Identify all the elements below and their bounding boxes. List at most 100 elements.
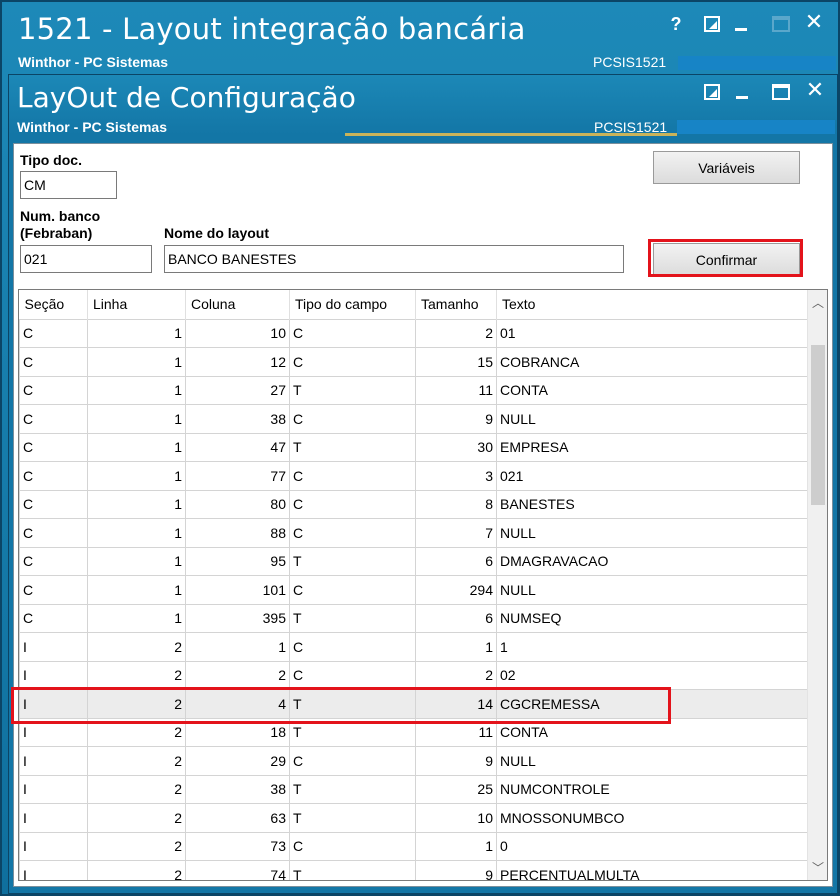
table-cell: C	[289, 404, 416, 434]
table-cell: T	[289, 432, 416, 462]
table-cell: 1	[87, 461, 186, 491]
table-row[interactable]: C 1 38 C 9 NULL	[19, 404, 809, 434]
table-cell: 6	[415, 546, 497, 576]
table-cell: COBRANCA	[496, 347, 809, 377]
table-cell: 27	[185, 375, 290, 405]
table-row[interactable]: I 2 2 C 2 02	[19, 660, 809, 690]
table-cell: C	[19, 375, 88, 405]
minimize-icon[interactable]	[730, 12, 754, 36]
table-cell: I	[19, 803, 88, 833]
table-cell: 10	[185, 318, 290, 348]
minimize-icon[interactable]	[731, 80, 755, 104]
column-header[interactable]: Tipo do campo	[289, 290, 416, 319]
table-cell: C	[289, 575, 416, 605]
restore-icon[interactable]	[704, 16, 720, 32]
column-header[interactable]: Tamanho	[415, 290, 497, 319]
table-cell: C	[19, 461, 88, 491]
table-row[interactable]: I 2 73 C 1 0	[19, 831, 809, 861]
table-row[interactable]: I 2 74 T 9 PERCENTUALMULTA	[19, 860, 809, 880]
nome-layout-field[interactable]: BANCO BANESTES	[164, 245, 624, 273]
table-cell: 2	[87, 860, 186, 880]
table-cell: C	[19, 489, 88, 519]
table-row[interactable]: C 1 395 T 6 NUMSEQ	[19, 603, 809, 633]
title-divider	[345, 133, 677, 136]
table-row[interactable]: C 1 47 T 30 EMPRESA	[19, 432, 809, 462]
table-cell: 2	[185, 660, 290, 690]
table-row[interactable]: I21C11	[19, 632, 809, 662]
table-cell: 2	[415, 660, 497, 690]
table-cell: 1	[87, 575, 186, 605]
table-cell: C	[19, 518, 88, 548]
table-row[interactable]: C 1 88 C 7 NULL	[19, 518, 809, 548]
table-cell: 1	[87, 347, 186, 377]
table-cell: 1	[415, 831, 497, 861]
tipo-doc-label: Tipo doc.	[20, 152, 82, 168]
table-cell: NUMCONTROLE	[496, 774, 809, 804]
table-cell: T	[289, 803, 416, 833]
table-cell: C	[289, 518, 416, 548]
table-cell: 2	[87, 660, 186, 690]
table-cell: 1	[87, 404, 186, 434]
table-cell: 80	[185, 489, 290, 519]
table-row[interactable]: C 1 27 T 11 CONTA	[19, 375, 809, 405]
variaveis-button[interactable]: Variáveis	[653, 151, 800, 184]
column-header[interactable]: Texto	[496, 290, 809, 319]
table-row[interactable]: C 1 12 C 15 COBRANCA	[19, 347, 809, 377]
num-banco-field[interactable]: 021	[20, 245, 152, 273]
inner-window: LayOut de Configuração Winthor - PC Sist…	[8, 74, 838, 894]
table-cell: C	[289, 461, 416, 491]
column-header[interactable]: Seção	[19, 290, 88, 319]
table-cell: 38	[185, 774, 290, 804]
column-header[interactable]: Linha	[87, 290, 186, 319]
table-cell: DMAGRAVACAO	[496, 546, 809, 576]
table-cell: 29	[185, 746, 290, 776]
vertical-scrollbar[interactable]: ︿ ﹀	[807, 290, 827, 880]
help-icon[interactable]: ?	[664, 12, 688, 36]
table-cell: 88	[185, 518, 290, 548]
close-icon[interactable]: ✕	[802, 10, 826, 34]
layout-table: Seção Linha Coluna Tipo do campo Tamanho Text…	[19, 290, 809, 880]
inner-status-bar	[677, 120, 835, 134]
table-row[interactable]: C 1 101 C 294 NULL	[19, 575, 809, 605]
table-row[interactable]: I 2 63 T 10 MNOSSONUMBCO	[19, 803, 809, 833]
column-header[interactable]: Coluna	[185, 290, 290, 319]
restore-icon[interactable]	[704, 84, 720, 100]
scroll-thumb[interactable]	[811, 345, 825, 505]
scroll-down-icon[interactable]: ﹀	[812, 859, 824, 876]
table-cell: C	[19, 347, 88, 377]
table-row[interactable]: C 1 80 C 8 BANESTES	[19, 489, 809, 519]
table-row[interactable]: C 1 77 C 3 021	[19, 461, 809, 491]
close-icon[interactable]: ✕	[803, 78, 827, 102]
table-row[interactable]: I 2 38 T 25 NUMCONTROLE	[19, 774, 809, 804]
table-row[interactable]: I 2 29 C 9 NULL	[19, 746, 809, 776]
table-cell: I	[19, 774, 88, 804]
maximize-icon[interactable]	[772, 84, 790, 100]
table-cell: I	[19, 632, 88, 662]
maximize-icon[interactable]	[772, 16, 790, 32]
table-cell: 294	[415, 575, 497, 605]
inner-window-title: LayOut de Configuração	[17, 81, 356, 114]
table-cell: 1	[87, 432, 186, 462]
table-cell: EMPRESA	[496, 432, 809, 462]
table-row[interactable]: C 1 10 C 2 01	[19, 318, 809, 348]
table-cell: 02	[496, 660, 809, 690]
selected-row-highlight	[11, 687, 671, 724]
scroll-up-icon[interactable]: ︿	[812, 294, 824, 311]
table-row[interactable]: C 1 95 T 6 DMAGRAVACAO	[19, 546, 809, 576]
table-cell: I	[19, 660, 88, 690]
table-cell: C	[19, 546, 88, 576]
tipo-doc-field[interactable]: CM	[20, 171, 117, 199]
table-cell: 1	[87, 603, 186, 633]
table-cell: C	[289, 489, 416, 519]
table-cell: NULL	[496, 518, 809, 548]
table-cell: BANESTES	[496, 489, 809, 519]
form-panel: Tipo doc. CM Num. banco (Febraban) 021 N…	[11, 143, 833, 887]
table-cell: NUMSEQ	[496, 603, 809, 633]
num-banco-label: Num. banco	[20, 208, 101, 224]
table-cell: T	[289, 603, 416, 633]
table-cell: 1	[87, 489, 186, 519]
layout-grid[interactable]: Seção Linha Coluna Tipo do campo Tamanho Text…	[18, 289, 828, 881]
inner-window-subtitle: Winthor - PC Sistemas	[17, 119, 168, 135]
table-cell: T	[289, 546, 416, 576]
table-cell: 15	[415, 347, 497, 377]
